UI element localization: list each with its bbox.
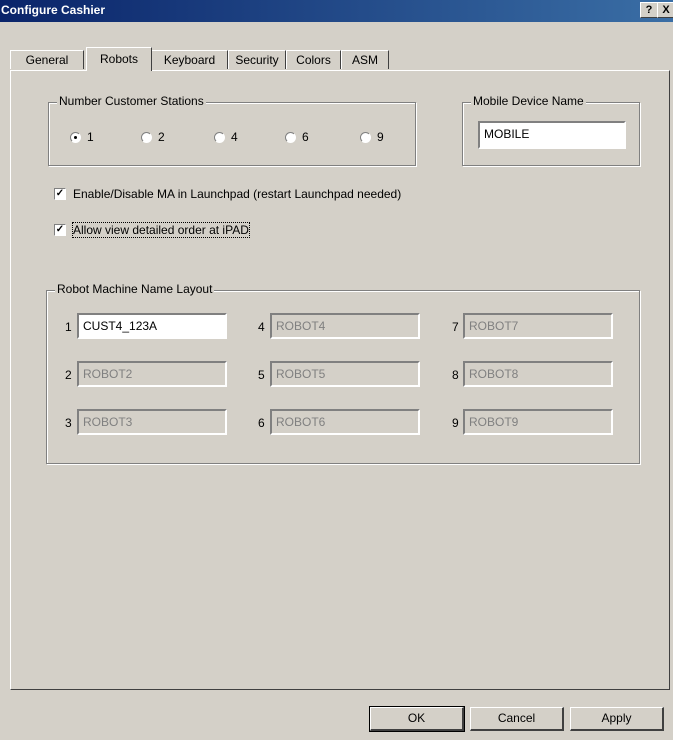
robot-name-input-6: ROBOT6 (270, 409, 420, 435)
robot-layout-legend: Robot Machine Name Layout (55, 282, 215, 296)
station-radio-2[interactable]: 2 (141, 130, 165, 144)
robot-name-input-9: ROBOT9 (463, 409, 613, 435)
station-radio-4[interactable]: 4 (214, 130, 238, 144)
cancel-button[interactable]: Cancel (470, 707, 564, 731)
robot-slot-number: 5 (258, 368, 265, 382)
robot-slot-number: 1 (65, 320, 72, 334)
station-radio-label: 6 (302, 130, 309, 144)
enable-ma-checkbox-row[interactable]: ✓ Enable/Disable MA in Launchpad (restar… (54, 187, 401, 201)
radio-selected-icon (70, 131, 81, 143)
robot-name-input-8: ROBOT8 (463, 361, 613, 387)
robot-name-input-1[interactable]: CUST4_123A (77, 313, 227, 339)
window-title: Configure Cashier (1, 3, 106, 17)
allow-view-checkbox-row[interactable]: ✓ Allow view detailed order at iPAD (54, 222, 250, 238)
close-button[interactable]: X (657, 2, 673, 18)
station-radio-label: 1 (87, 130, 94, 144)
ok-button[interactable]: OK (369, 706, 465, 732)
robot-slot-number: 6 (258, 416, 265, 430)
allow-view-label: Allow view detailed order at iPAD (72, 222, 250, 238)
robot-slot-number: 2 (65, 368, 72, 382)
robot-name-input-2: ROBOT2 (77, 361, 227, 387)
robot-name-input-7: ROBOT7 (463, 313, 613, 339)
checkbox-checked-icon[interactable]: ✓ (54, 224, 66, 236)
title-bar[interactable]: Configure Cashier ? X (0, 0, 673, 22)
mobile-device-name-input[interactable]: MOBILE (478, 121, 626, 149)
apply-button[interactable]: Apply (570, 707, 664, 731)
mobile-legend: Mobile Device Name (471, 94, 586, 108)
stations-legend: Number Customer Stations (57, 94, 206, 108)
robot-slot-number: 4 (258, 320, 265, 334)
robot-name-input-3: ROBOT3 (77, 409, 227, 435)
station-radio-label: 9 (377, 130, 384, 144)
tab-keyboard[interactable]: Keyboard (151, 50, 228, 69)
tab-asm[interactable]: ASM (341, 50, 389, 69)
station-radio-label: 4 (231, 130, 238, 144)
checkbox-checked-icon[interactable]: ✓ (54, 188, 66, 200)
robot-slot-number: 7 (452, 320, 459, 334)
radio-icon (285, 131, 296, 143)
robot-name-input-5: ROBOT5 (270, 361, 420, 387)
tab-robots[interactable]: Robots (86, 47, 152, 71)
help-button[interactable]: ? (640, 2, 658, 18)
robot-slot-number: 3 (65, 416, 72, 430)
radio-icon (360, 131, 371, 143)
enable-ma-label: Enable/Disable MA in Launchpad (restart … (73, 187, 402, 201)
tab-colors[interactable]: Colors (286, 50, 341, 69)
robot-name-input-4: ROBOT4 (270, 313, 420, 339)
station-radio-6[interactable]: 6 (285, 130, 309, 144)
radio-icon (214, 131, 225, 143)
tab-security[interactable]: Security (228, 50, 286, 69)
tab-general[interactable]: General (10, 50, 84, 69)
robot-slot-number: 9 (452, 416, 459, 430)
station-radio-9[interactable]: 9 (360, 130, 384, 144)
radio-icon (141, 131, 152, 143)
robot-slot-number: 8 (452, 368, 459, 382)
station-radio-1[interactable]: 1 (70, 130, 94, 144)
station-radio-label: 2 (158, 130, 165, 144)
